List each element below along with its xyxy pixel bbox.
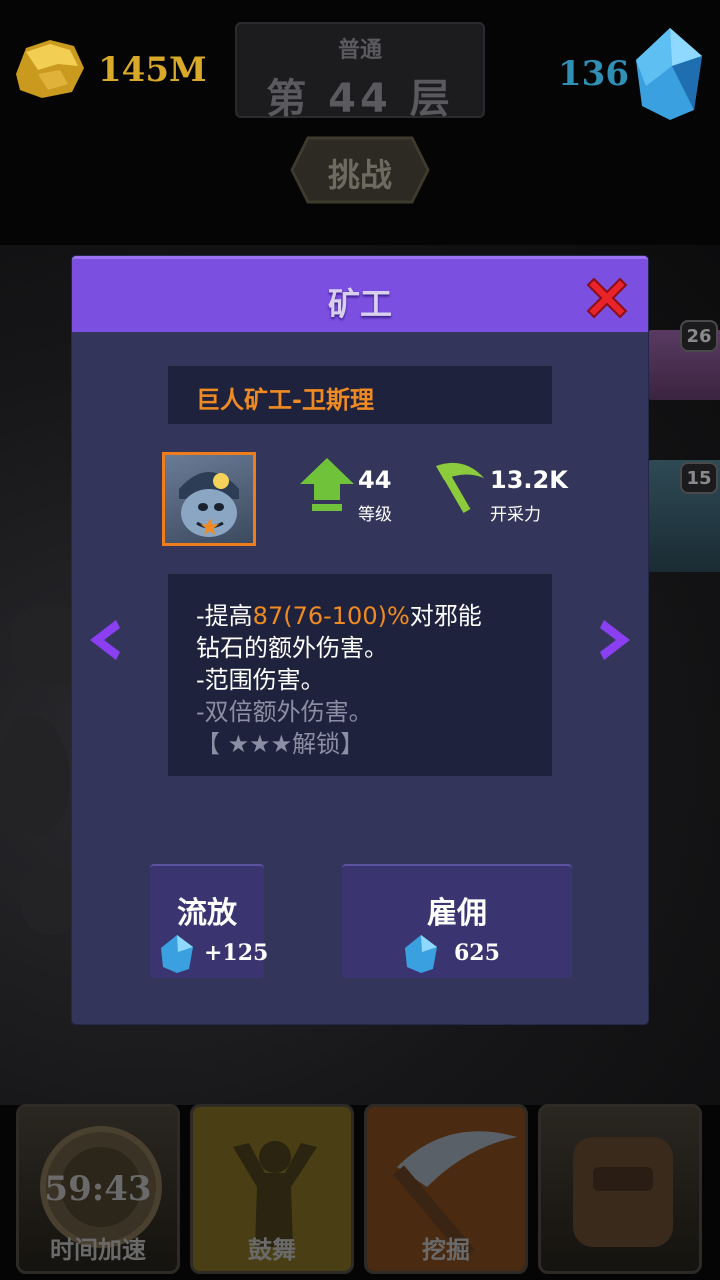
hire-button[interactable]: 雇佣 625 [342,864,572,978]
skill-backpack[interactable] [538,1104,702,1274]
skill-description: -提高87(76-100)%对邪能 钻石的额外伤害。 -范围伤害。 -双倍额外伤… [168,574,552,776]
skill-label: 时间加速 [50,1236,146,1264]
skill-label: 鼓舞 [248,1236,296,1264]
floor-mode: 普通 [337,38,382,63]
hire-label: 雇佣 [427,896,487,931]
level-label: 等级 [358,505,392,525]
floor-indicator: 普通 第 44 层 [235,22,485,122]
gem-icon [405,935,437,973]
exile-button[interactable]: 流放 +125 [150,864,268,978]
dialog-title: 矿工 [327,285,392,323]
pickaxe-power-icon [436,462,484,514]
next-arrow-icon[interactable] [596,618,636,662]
gold-nugget-icon [16,40,84,98]
skill-inspire[interactable]: 鼓舞 [190,1104,354,1274]
desc-line: 钻石的额外伤害。 [196,634,388,662]
prev-arrow-icon[interactable] [84,618,124,662]
miner-dialog: 矿工 巨人矿工-卫斯理 ★ 44 等级 13.2K 开采力 -提高87(76-1… [72,256,648,1024]
skill-dig[interactable]: 挖掘 [364,1104,528,1274]
miner-portrait: ★ [162,452,256,546]
side-level-badge: 26 [680,320,718,352]
desc-line: -提高87(76-100)%对邪能 [196,602,482,630]
exile-label: 流放 [177,896,237,931]
gem-icon [161,935,193,973]
miner-name: 巨人矿工-卫斯理 [196,386,374,414]
skill-label: 挖掘 [422,1236,470,1264]
star-rating: ★ [199,513,221,541]
skill-timer: 59:43 [44,1169,152,1209]
gem-icon [636,28,702,120]
level-up-arrow-icon [300,458,354,511]
dialog-header: 矿工 [72,256,648,332]
gem-amount: 136 [558,54,629,94]
level-value: 44 [358,466,392,494]
challenge-label: 挑战 [327,156,392,194]
power-value: 13.2K [490,466,568,494]
desc-unlock-note: 【 ★★★解锁】 [196,730,365,758]
floor-number: 第 44 层 [266,76,454,122]
exile-refund: +125 [204,940,269,966]
desc-line-locked: -双倍额外伤害。 [196,698,373,726]
desc-highlight: 87(76-100)% [252,602,410,630]
side-level-badge: 15 [680,462,718,494]
desc-line: -范围伤害。 [196,666,325,694]
backpack-icon [573,1137,673,1247]
gold-amount: 145M [98,50,207,90]
close-icon[interactable] [580,271,634,325]
miner-name-bar: 巨人矿工-卫斯理 [168,366,552,424]
power-label: 开采力 [490,505,541,525]
hire-cost: 625 [454,940,500,966]
skill-bar: 59:43 时间加速 鼓舞 挖掘 [0,1100,720,1280]
skill-time-boost[interactable]: 59:43 时间加速 [16,1104,180,1274]
